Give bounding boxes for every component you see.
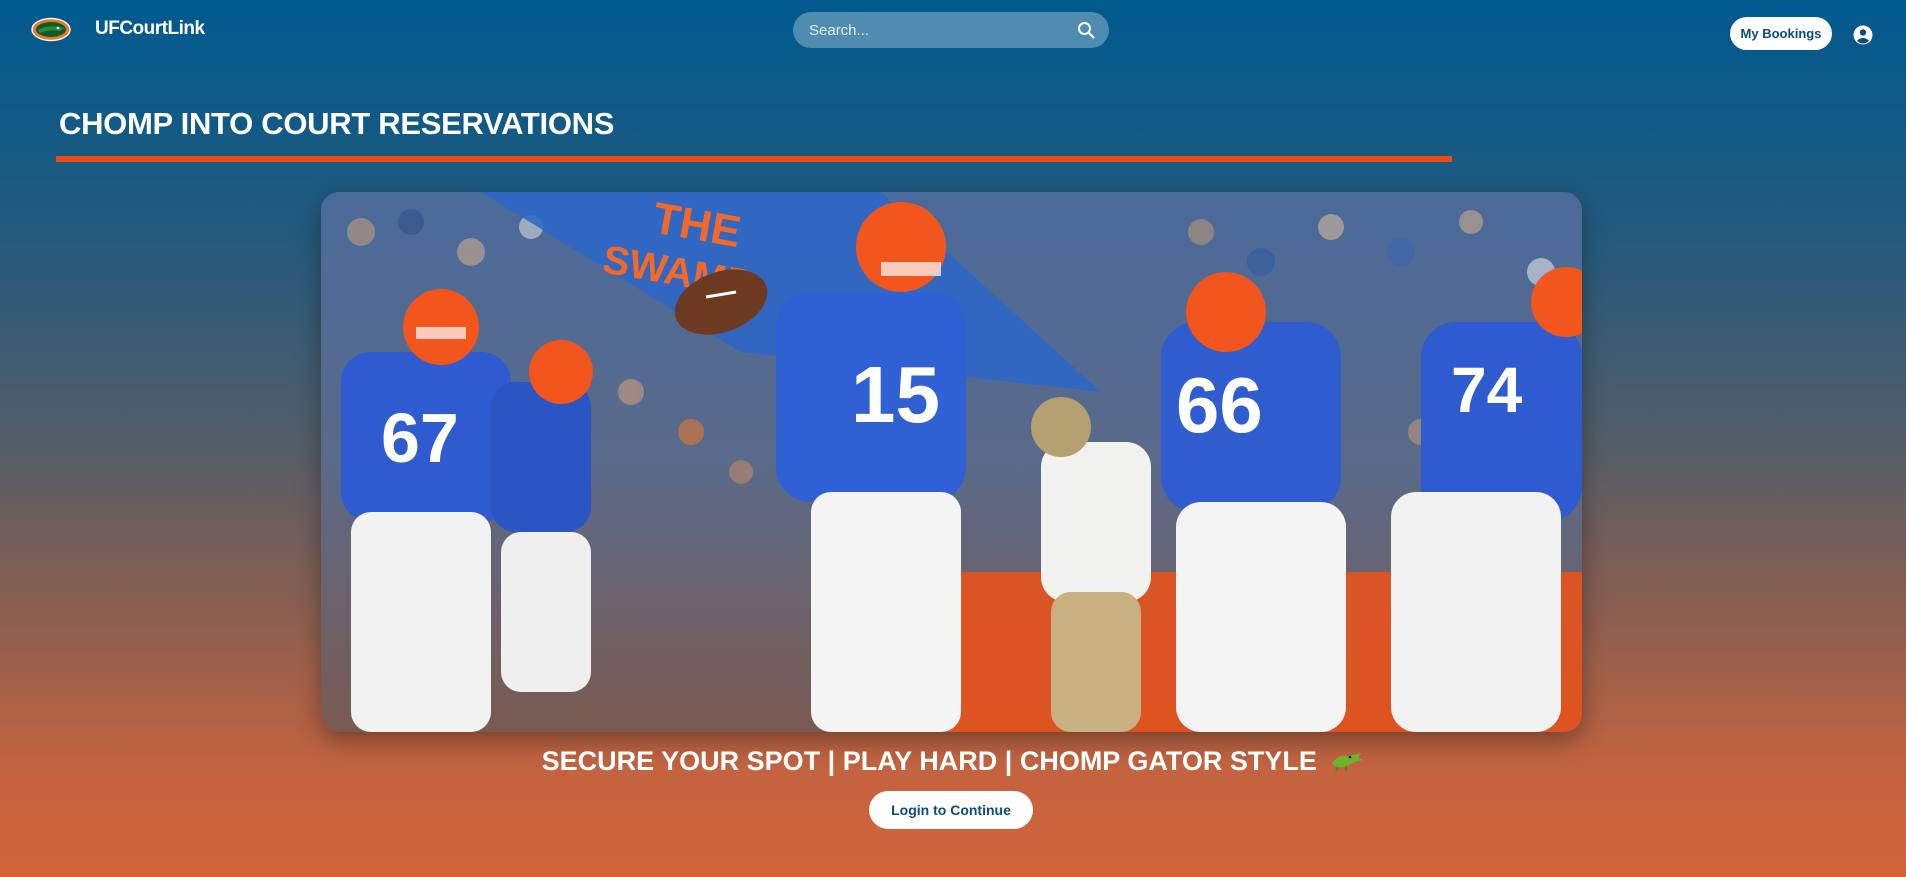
my-bookings-button[interactable]: My Bookings <box>1730 17 1832 50</box>
page-title: CHOMP INTO COURT RESERVATIONS <box>59 106 615 141</box>
navbar: UFCourtLink My Bookings <box>0 0 1906 60</box>
search-icon[interactable] <box>1077 21 1095 39</box>
gator-logo-icon[interactable] <box>30 16 72 43</box>
svg-text:66: 66 <box>1176 361 1263 449</box>
svg-text:15: 15 <box>851 350 940 439</box>
gator-emoji-icon <box>1330 748 1364 772</box>
tagline-text: SECURE YOUR SPOT | PLAY HARD | CHOMP GAT… <box>541 746 1317 776</box>
login-button[interactable]: Login to Continue <box>869 791 1033 829</box>
search-input[interactable] <box>809 12 1059 48</box>
account-circle-icon[interactable] <box>1853 25 1873 45</box>
hero-image: THE SWAMP 67 15 66 74 <box>321 192 1582 732</box>
svg-text:74: 74 <box>1451 354 1523 426</box>
brand-name[interactable]: UFCourtLink <box>95 18 205 40</box>
tagline: SECURE YOUR SPOT | PLAY HARD | CHOMP GAT… <box>0 746 1906 777</box>
svg-text:67: 67 <box>381 399 459 477</box>
title-divider <box>56 156 1452 162</box>
search-bar <box>793 12 1109 48</box>
